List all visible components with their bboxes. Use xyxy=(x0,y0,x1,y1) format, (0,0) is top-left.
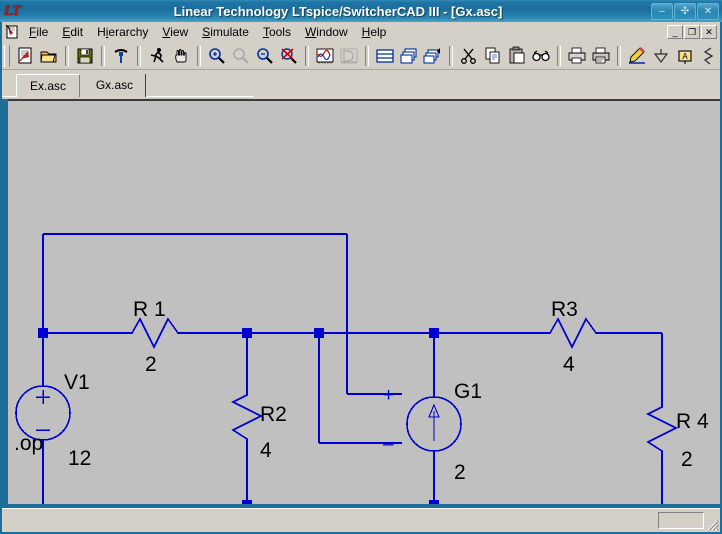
window-resize-grip[interactable] xyxy=(705,517,719,531)
menu-item-file[interactable]: File xyxy=(22,23,55,41)
mdi-restore-button[interactable]: ❐ xyxy=(684,25,700,39)
copy-bitmap-arrow-icon[interactable] xyxy=(421,44,445,68)
zoom-area-disabled-icon xyxy=(229,44,253,68)
toolbar-separator xyxy=(65,45,69,66)
menu-item-window[interactable]: Window xyxy=(298,23,355,41)
toolbar-separator xyxy=(101,45,105,66)
view-netlist-icon[interactable] xyxy=(373,44,397,68)
zoom-back-cancel-icon[interactable] xyxy=(277,44,301,68)
toolbar-separator xyxy=(305,45,309,66)
toolbar-separator xyxy=(197,45,201,66)
pan-hand-icon[interactable] xyxy=(169,44,193,68)
label-r3-value: 4 xyxy=(563,353,575,376)
label-r4-name: R 4 xyxy=(676,410,709,433)
tab-strip-rule-left xyxy=(2,96,16,97)
zoom-in-icon[interactable] xyxy=(205,44,229,68)
place-resistor-icon[interactable] xyxy=(697,44,721,68)
junction-dot-nodeB xyxy=(242,328,252,338)
mdi-close-button[interactable]: ✕ xyxy=(701,25,717,39)
label-r2-value: 4 xyxy=(260,439,272,462)
menu-item-edit[interactable]: Edit xyxy=(55,23,90,41)
spice-error-log-icon xyxy=(337,44,361,68)
toolbar-separator xyxy=(137,45,141,66)
main-toolbar: A xyxy=(2,42,720,70)
ltspice-application-window: LT Linear Technology LTspice/SwitcherCAD… xyxy=(0,0,722,534)
label-r1-name: R 1 xyxy=(133,298,166,321)
window-minimize-button[interactable]: – xyxy=(651,2,673,20)
label-r3-name: R3 xyxy=(551,298,578,321)
resistor-r4-body xyxy=(646,404,678,456)
menu-item-tools[interactable]: Tools xyxy=(256,23,298,41)
menu-items: File Edit Hierarchy View Simulate Tools … xyxy=(22,23,393,41)
status-bar xyxy=(2,508,720,532)
save-file-icon[interactable] xyxy=(73,44,97,68)
new-schematic-icon[interactable] xyxy=(13,44,37,68)
resistor-r3-body xyxy=(542,317,602,349)
g1-plus-label: + xyxy=(383,385,394,406)
schematic-canvas[interactable]: + – R 1 2 V1 12 R2 4 R3 4 R 4 2 G1 2 .op xyxy=(2,99,720,504)
document-tab-strip: Ex.asc Gx.asc xyxy=(2,70,720,99)
waveform-view-icon[interactable] xyxy=(313,44,337,68)
canvas-left-border xyxy=(0,99,8,504)
window-title: Linear Technology LTspice/SwitcherCAD II… xyxy=(173,3,503,19)
run-simulation-icon[interactable] xyxy=(145,44,169,68)
spice-directive-op[interactable]: .op xyxy=(14,432,43,455)
mdi-minimize-button[interactable]: _ xyxy=(667,25,683,39)
label-r2-name: R2 xyxy=(260,403,287,426)
junction-dot-nodeD xyxy=(429,328,439,338)
junction-dot-nodeA xyxy=(38,328,48,338)
paste-icon[interactable] xyxy=(505,44,529,68)
place-label-icon[interactable]: A xyxy=(673,44,697,68)
tab-ex-asc[interactable]: Ex.asc xyxy=(16,74,80,97)
draw-wire-icon[interactable] xyxy=(625,44,649,68)
label-r1-value: 2 xyxy=(145,353,157,376)
menu-item-view[interactable]: View xyxy=(155,23,195,41)
label-g1-name: G1 xyxy=(454,380,482,403)
junction-dot-bottom-g1 xyxy=(429,500,439,504)
menu-bar: File Edit Hierarchy View Simulate Tools … xyxy=(2,22,720,42)
copy-bitmap-icon[interactable] xyxy=(397,44,421,68)
cut-icon[interactable] xyxy=(457,44,481,68)
tab-strip-rule-right xyxy=(146,96,254,97)
title-bar: LT Linear Technology LTspice/SwitcherCAD… xyxy=(0,0,722,22)
tab-gx-asc[interactable]: Gx.asc xyxy=(84,74,146,97)
window-close-button[interactable]: ✕ xyxy=(697,2,719,20)
toolbar-separator xyxy=(449,45,453,66)
resistor-r2-body xyxy=(231,392,263,444)
label-r4-value: 2 xyxy=(681,448,693,471)
toolbar-grip[interactable] xyxy=(4,44,10,67)
print-preview-icon[interactable] xyxy=(565,44,589,68)
run-build-icon[interactable] xyxy=(109,44,133,68)
g1-minus-label: – xyxy=(383,434,394,455)
place-ground-icon[interactable] xyxy=(649,44,673,68)
window-controls: – ✣ ✕ xyxy=(650,2,719,20)
document-icon xyxy=(4,24,22,40)
status-indicator-box xyxy=(658,512,704,529)
junction-dots xyxy=(38,328,439,504)
schematic-drawing[interactable]: + – R 1 2 V1 12 R2 4 R3 4 R 4 2 G1 2 .op xyxy=(2,101,720,504)
copy-icon[interactable] xyxy=(481,44,505,68)
label-g1-value: 2 xyxy=(454,461,466,484)
app-logo-text: LT xyxy=(4,3,21,19)
menu-item-help[interactable]: Help xyxy=(355,23,394,41)
app-logo-icon: LT xyxy=(4,2,26,20)
find-icon[interactable] xyxy=(529,44,553,68)
mdi-window-controls: _ ❐ ✕ xyxy=(666,25,717,39)
print-icon[interactable] xyxy=(589,44,613,68)
junction-dot-nodeC xyxy=(314,328,324,338)
toolbar-separator xyxy=(557,45,561,66)
open-file-icon[interactable] xyxy=(37,44,61,68)
resistor-r1-body xyxy=(124,317,184,349)
toolbar-separator xyxy=(617,45,621,66)
svg-text:A: A xyxy=(682,52,688,61)
menu-item-hierarchy[interactable]: Hierarchy xyxy=(90,23,155,41)
label-v1-name: V1 xyxy=(64,371,90,394)
menu-item-simulate[interactable]: Simulate xyxy=(195,23,256,41)
zoom-out-icon[interactable] xyxy=(253,44,277,68)
label-v1-value: 12 xyxy=(68,447,91,470)
v1-plus-symbol xyxy=(36,390,50,404)
window-maximize-button[interactable]: ✣ xyxy=(674,2,696,20)
junction-dot-bottom-r2 xyxy=(242,500,252,504)
toolbar-separator xyxy=(365,45,369,66)
